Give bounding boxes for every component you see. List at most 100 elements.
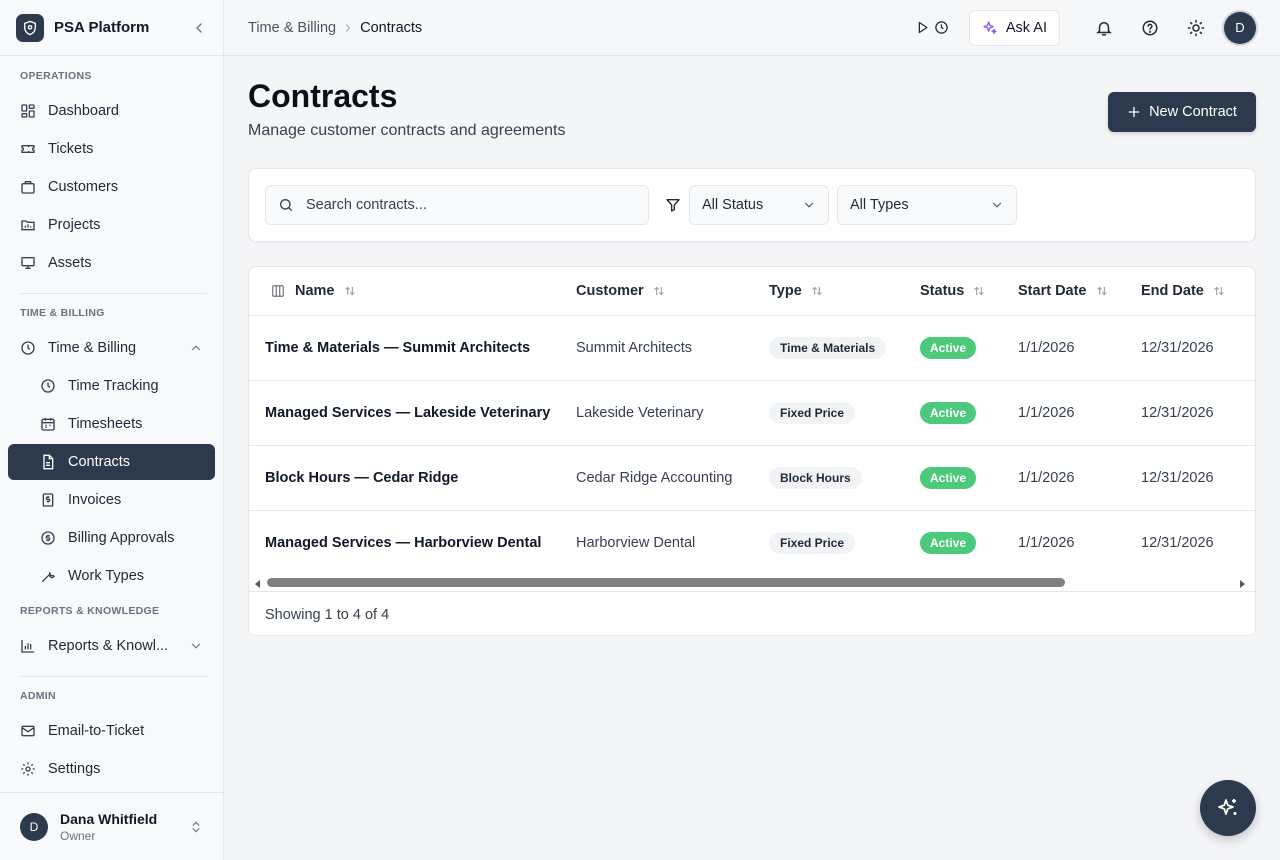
sparkles-icon <box>982 20 998 36</box>
cell-name[interactable]: Block Hours — Cedar Ridge <box>265 446 458 510</box>
sidebar-item-billing-approvals[interactable]: Billing Approvals <box>8 520 215 556</box>
help-circle-icon <box>1141 19 1159 37</box>
sidebar-item-invoices[interactable]: Invoices <box>8 482 215 518</box>
chevrons-up-down-icon <box>189 820 203 834</box>
sidebar-item-label: Projects <box>48 217 101 233</box>
sidebar-item-label: Settings <box>48 761 101 777</box>
column-header-end-date[interactable]: End Date <box>1141 267 1226 315</box>
scrollbar-thumb[interactable] <box>267 578 1065 587</box>
status-select-value: All Status <box>702 197 764 213</box>
sparkles-icon <box>1216 796 1240 820</box>
scroll-right-arrow[interactable] <box>1240 580 1245 588</box>
cell-customer: Lakeside Veterinary <box>576 405 704 421</box>
notifications-button[interactable] <box>1088 12 1120 44</box>
type-badge: Block Hours <box>769 467 862 489</box>
cell-start-date: 1/1/2026 <box>1018 535 1075 551</box>
cell-status: Active <box>920 446 977 510</box>
ask-ai-button[interactable]: Ask AI <box>968 9 1060 46</box>
cell-name[interactable]: Managed Services — Harborview Dental <box>265 511 541 575</box>
sidebar-item-email-to-ticket[interactable]: Email-to-Ticket <box>8 713 215 749</box>
sidebar-item-label: Email-to-Ticket <box>48 723 145 739</box>
avatar: D <box>20 812 48 841</box>
columns-icon[interactable] <box>271 284 285 298</box>
column-header-status[interactable]: Status <box>920 267 986 315</box>
sidebar-item-label: Work Types <box>68 568 145 584</box>
chevron-down-icon <box>189 639 203 653</box>
column-header-start-date[interactable]: Start Date <box>1018 267 1109 315</box>
chevron-left-icon[interactable] <box>191 20 207 36</box>
sidebar-item-label: Contracts <box>68 454 131 470</box>
sidebar-item-time-billing[interactable]: Time & Billing <box>8 330 215 366</box>
sidebar-item-work-types[interactable]: Work Types <box>8 558 215 594</box>
sort-icon <box>972 284 986 298</box>
cell-customer: Harborview Dental <box>576 535 696 551</box>
type-badge: Fixed Price <box>769 402 856 424</box>
horizontal-scrollbar[interactable] <box>249 577 1255 591</box>
sidebar-item-settings[interactable]: Settings <box>8 751 215 787</box>
sidebar-item-dashboard[interactable]: Dashboard <box>8 93 215 129</box>
sidebar-item-projects[interactable]: Projects <box>8 207 215 243</box>
sidebar-item-tickets[interactable]: Tickets <box>8 131 215 167</box>
search-box[interactable] <box>265 185 649 225</box>
status-badge: Active <box>920 467 977 489</box>
cell-end-date: 12/31/2026 <box>1141 535 1214 551</box>
column-label: End Date <box>1141 283 1204 299</box>
sidebar-item-assets[interactable]: Assets <box>8 245 215 281</box>
bar-chart-icon <box>20 638 36 654</box>
help-button[interactable] <box>1134 12 1166 44</box>
sidebar-item-label: Billing Approvals <box>68 530 175 546</box>
sidebar-item-label: Tickets <box>48 141 94 157</box>
type-select[interactable]: All Types <box>837 185 1017 225</box>
sidebar-item-time-tracking[interactable]: Time Tracking <box>8 368 215 404</box>
section-admin: ADMIN <box>20 690 56 702</box>
table-row[interactable]: Time & Materials — Summit Architects Sum… <box>249 316 1255 381</box>
cell-type: Fixed Price <box>769 381 856 445</box>
table-row[interactable]: Managed Services — Harborview Dental Har… <box>249 511 1255 576</box>
column-label: Type <box>769 283 802 299</box>
clock-icon <box>20 340 36 356</box>
sidebar-item-label: Time & Billing <box>48 340 137 356</box>
invoice-icon <box>40 492 56 508</box>
cell-name[interactable]: Time & Materials — Summit Architects <box>265 316 530 380</box>
sun-icon <box>1187 19 1205 37</box>
column-header-type[interactable]: Type <box>769 267 824 315</box>
table-row[interactable]: Managed Services — Lakeside Veterinary L… <box>249 381 1255 446</box>
cell-end-date: 12/31/2026 <box>1141 340 1214 356</box>
new-contract-button[interactable]: New Contract <box>1108 92 1256 132</box>
column-header-name[interactable]: Name <box>295 267 357 315</box>
sidebar-item-timesheets[interactable]: Timesheets <box>8 406 215 442</box>
column-label: Customer <box>576 283 644 299</box>
user-menu[interactable]: D Dana Whitfield Owner <box>0 792 223 860</box>
cell-customer: Cedar Ridge Accounting <box>576 470 733 486</box>
timer-control[interactable] <box>915 20 949 35</box>
status-select[interactable]: All Status <box>689 185 829 225</box>
shield-icon <box>16 13 44 42</box>
sidebar-item-contracts[interactable]: Contracts <box>8 444 215 480</box>
sidebar-item-label: Invoices <box>68 492 122 508</box>
ai-assistant-fab[interactable] <box>1200 780 1256 836</box>
column-label: Status <box>920 283 965 299</box>
user-avatar-button[interactable]: D <box>1224 11 1256 44</box>
table-row[interactable]: Block Hours — Cedar Ridge Cedar Ridge Ac… <box>249 446 1255 511</box>
sidebar-item-reports[interactable]: Reports & Knowl... <box>8 628 215 664</box>
table-footer: Showing 1 to 4 of 4 <box>249 591 1255 635</box>
wrench-icon <box>40 568 56 584</box>
type-badge: Fixed Price <box>769 532 856 554</box>
theme-toggle-button[interactable] <box>1180 12 1212 44</box>
user-role: Owner <box>60 828 96 843</box>
cell-name[interactable]: Managed Services — Lakeside Veterinary <box>265 381 550 445</box>
dashboard-icon <box>20 103 36 119</box>
sort-icon <box>810 284 824 298</box>
filter-icon <box>665 197 681 213</box>
sidebar-item-customers[interactable]: Customers <box>8 169 215 205</box>
cell-status: Active <box>920 381 977 445</box>
plus-icon <box>1127 105 1141 119</box>
cell-start-date: 1/1/2026 <box>1018 470 1075 486</box>
column-header-customer[interactable]: Customer <box>576 267 666 315</box>
clock-icon <box>934 20 949 35</box>
sidebar: PSA Platform OPERATIONS Dashboard Ticket… <box>0 0 224 860</box>
search-input[interactable] <box>306 197 636 213</box>
scroll-left-arrow[interactable] <box>255 580 260 588</box>
breadcrumb-parent[interactable]: Time & Billing <box>248 20 336 36</box>
play-icon <box>915 20 930 35</box>
